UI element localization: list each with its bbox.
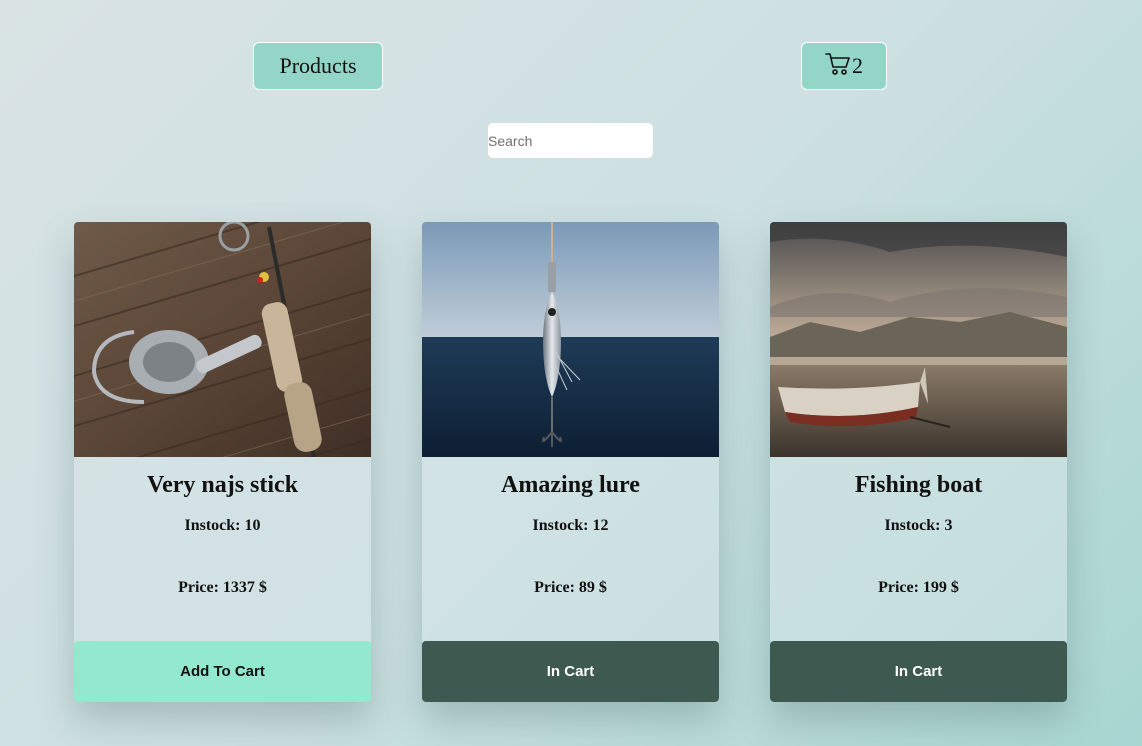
in-cart-button[interactable]: In Cart [422, 641, 719, 702]
product-stock: Instock: 3 [884, 517, 953, 534]
product-title: Fishing boat [854, 472, 983, 498]
product-image [422, 222, 719, 457]
search-input[interactable] [488, 123, 653, 158]
product-title: Very najs stick [146, 472, 299, 498]
product-card: Amazing lure Instock: 12 Price: 89 $ In … [422, 222, 719, 702]
products-button[interactable]: Products [253, 42, 383, 90]
in-cart-button[interactable]: In Cart [770, 641, 1067, 702]
cart-count: 2 [852, 53, 863, 78]
cart-button[interactable]: 2 [801, 42, 887, 90]
add-to-cart-button[interactable]: Add To Cart [74, 641, 371, 702]
product-card: Fishing boat Instock: 3 Price: 199 $ In … [770, 222, 1067, 702]
product-title: Amazing lure [501, 472, 640, 498]
product-stock: Instock: 12 [532, 517, 609, 534]
product-price: Price: 1337 $ [178, 579, 267, 596]
product-image [770, 222, 1067, 457]
product-stock: Instock: 10 [184, 517, 261, 534]
product-price: Price: 89 $ [534, 579, 607, 596]
product-image [74, 222, 371, 457]
products-button-label: Products [279, 53, 357, 78]
cart-icon [825, 50, 852, 82]
product-card: Very najs stick Instock: 10 Price: 1337 … [74, 222, 371, 702]
product-price: Price: 199 $ [878, 579, 959, 596]
